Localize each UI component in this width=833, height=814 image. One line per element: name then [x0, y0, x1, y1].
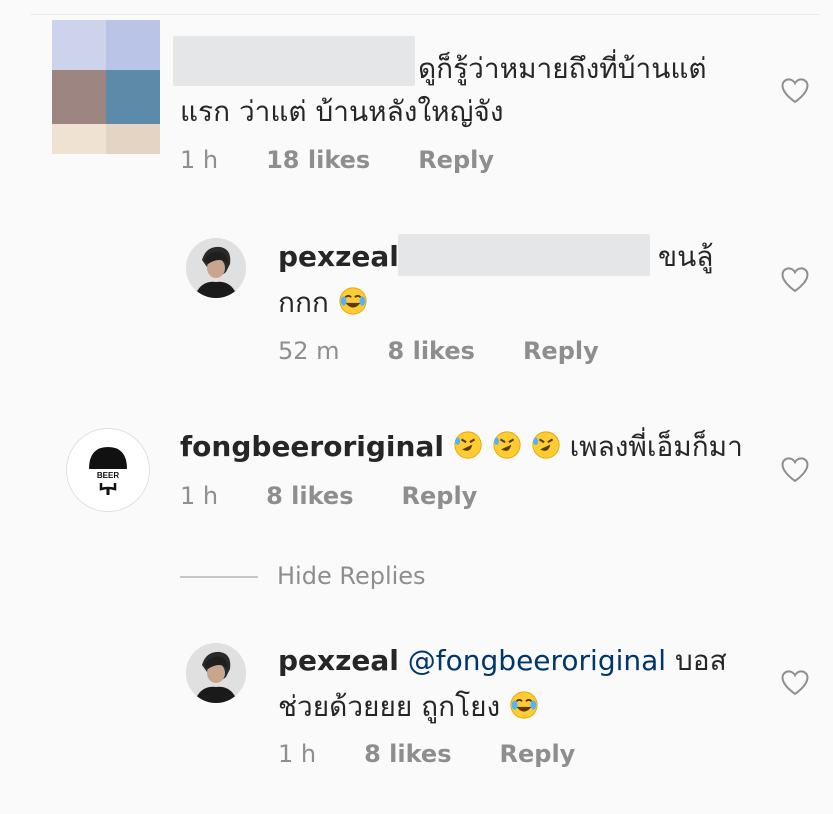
blurred-mention — [398, 234, 650, 276]
timestamp: 1 h — [278, 740, 317, 768]
comment-body: เพลงพี่เอ็มก็มา — [569, 430, 743, 463]
reply-meta: 52 m 8 likes Reply — [278, 337, 647, 365]
reply-text-line2-content: กกก — [278, 286, 329, 319]
rolling-on-floor-laughing-icon — [454, 431, 482, 459]
heart-icon[interactable] — [780, 668, 810, 696]
hide-replies-button[interactable]: Hide Replies — [277, 562, 426, 590]
reply-button[interactable]: Reply — [500, 740, 576, 768]
comment-meta: 1 h 8 likes Reply — [180, 482, 525, 510]
heart-icon[interactable] — [780, 455, 810, 483]
reply-text-line2: กกก — [278, 280, 368, 326]
avatar[interactable] — [186, 643, 246, 703]
username[interactable]: fongbeeroriginal — [180, 430, 444, 463]
reply-button[interactable]: Reply — [523, 337, 599, 365]
timestamp: 1 h — [180, 146, 219, 174]
reply-button[interactable]: Reply — [418, 146, 494, 174]
likes-count[interactable]: 8 likes — [388, 337, 475, 365]
avatar-text-beer: BEER — [97, 471, 119, 480]
timestamp: 52 m — [278, 337, 340, 365]
reply-text-tail: ขนลู้ — [658, 240, 714, 273]
mention-link[interactable]: @fongbeeroriginal — [408, 644, 666, 677]
comment-text: fongbeeroriginal เพลงพี่เอ็มก็มา — [180, 424, 743, 470]
username[interactable]: pexzeal — [278, 240, 399, 273]
avatar[interactable]: FONG BEER — [66, 428, 150, 512]
comment-meta: 1 h 18 likes Reply — [180, 146, 542, 174]
avatar[interactable] — [52, 20, 160, 154]
heart-icon[interactable] — [780, 265, 810, 293]
rolling-on-floor-laughing-icon — [532, 431, 560, 459]
timestamp: 1 h — [180, 482, 219, 510]
comment-text-line2: แรก ว่าแต่ บ้านหลังใหญ่จัง — [180, 95, 504, 128]
likes-count[interactable]: 8 likes — [266, 482, 353, 510]
reply-text: pexzeal @fongbeeroriginal บอส — [278, 638, 727, 684]
face-with-tears-of-joy-icon — [339, 287, 367, 315]
face-with-tears-of-joy-icon — [510, 691, 538, 719]
blurred-username — [173, 36, 415, 86]
hide-replies-divider — [180, 576, 258, 578]
reply-button[interactable]: Reply — [402, 482, 478, 510]
reply-text-line2: ช่วยด้วยยย ถูกโยง — [278, 684, 539, 730]
comment-text: ดูก็รู้ว่าหมายถึงที่บ้านแต่ — [418, 52, 707, 85]
heart-icon[interactable] — [780, 76, 810, 104]
reply-text-tail: บอส — [674, 644, 727, 677]
likes-count[interactable]: 18 likes — [266, 146, 370, 174]
reply-meta: 1 h 8 likes Reply — [278, 740, 623, 768]
likes-count[interactable]: 8 likes — [364, 740, 451, 768]
top-divider — [30, 14, 820, 15]
reply-text-line2-content: ช่วยด้วยยย ถูกโยง — [278, 690, 501, 723]
username[interactable]: pexzeal — [278, 644, 399, 677]
rolling-on-floor-laughing-icon — [493, 431, 521, 459]
avatar[interactable] — [186, 238, 246, 298]
